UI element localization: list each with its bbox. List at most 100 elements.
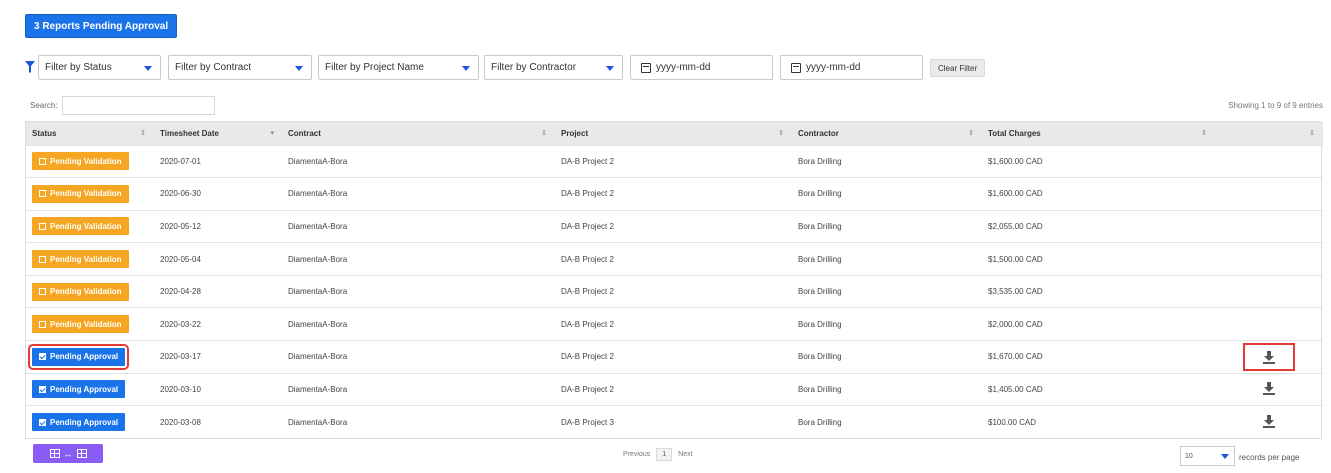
- cell-total-charges: $1,600.00 CAD: [988, 156, 1043, 166]
- sort-icon: ⇕: [541, 130, 547, 137]
- cell-contract: DiamentaA-Bora: [288, 417, 348, 427]
- cell-status: Pending Validation: [26, 145, 154, 178]
- showing-entries-text: Showing 1 to 9 of 9 entries: [1228, 101, 1323, 110]
- table-header-row: Status ⇕ Timesheet Date ▾ Contract ⇕ Projec…: [26, 122, 1323, 145]
- cell-status: Pending Validation: [26, 308, 154, 341]
- sort-icon: ⇕: [1201, 130, 1207, 137]
- table-view-icon: [49, 449, 60, 458]
- cell-timesheet-date: 2020-03-08: [160, 417, 201, 427]
- sort-icon: ⇕: [1309, 130, 1315, 137]
- cell-status: Pending Validation: [26, 275, 154, 308]
- download-button[interactable]: [1243, 342, 1295, 371]
- cell-actions: [1215, 275, 1323, 308]
- column-header-project[interactable]: Project ⇕: [555, 122, 792, 145]
- status-badge-label: Pending Approval: [50, 352, 119, 362]
- sort-icon: ⇕: [140, 130, 146, 137]
- sort-icon: ⇕: [968, 130, 974, 137]
- filter-contract-select[interactable]: Filter by Contract: [168, 55, 312, 80]
- status-badge[interactable]: Pending Validation: [32, 315, 129, 334]
- cell-total-charges: $1,405.00 CAD: [988, 384, 1043, 394]
- column-header-timesheet-date[interactable]: Timesheet Date ▾: [154, 122, 282, 145]
- filter-contract-label: Filter by Contract: [175, 62, 252, 73]
- date-from-placeholder: yyyy-mm-dd: [656, 62, 711, 73]
- download-button[interactable]: [1262, 382, 1276, 397]
- status-badge-label: Pending Validation: [50, 156, 122, 166]
- cell-contractor: Bora Drilling: [798, 156, 842, 166]
- table-row: Pending Validation 2020-07-01 DiamentaA-Bo…: [26, 145, 1323, 178]
- cell-actions: [1215, 210, 1323, 243]
- chevron-down-icon: [462, 66, 470, 71]
- cell-project: DA-B Project 2: [561, 189, 614, 199]
- filter-status-select[interactable]: Filter by Status: [38, 55, 161, 80]
- cell-actions: [1215, 145, 1323, 178]
- cell-timesheet-date: 2020-03-17: [160, 352, 201, 362]
- clear-filter-button[interactable]: Clear Filter: [930, 59, 986, 77]
- filter-status-label: Filter by Status: [45, 62, 112, 73]
- filter-project-select[interactable]: Filter by Project Name: [318, 55, 479, 80]
- reports-pending-approval-button[interactable]: 3 Reports Pending Approval: [25, 14, 178, 38]
- checked-checkbox-icon: [39, 385, 46, 393]
- download-icon: [1262, 414, 1276, 429]
- cell-status: Pending Validation: [26, 210, 154, 243]
- cell-timesheet-date: 2020-04-28: [160, 287, 201, 297]
- card-view-icon: [76, 449, 87, 458]
- cell-timesheet-date: 2020-03-22: [160, 319, 201, 329]
- date-to-field[interactable]: yyyy-mm-dd: [780, 55, 923, 80]
- status-badge-label: Pending Approval: [50, 384, 119, 394]
- cell-project: DA-B Project 2: [561, 384, 614, 394]
- chevron-down-icon: [295, 66, 303, 71]
- cell-project: DA-B Project 2: [561, 287, 614, 297]
- records-per-page-select[interactable]: 10: [1180, 446, 1235, 466]
- status-badge[interactable]: Pending Validation: [32, 217, 129, 236]
- cell-total-charges: $100.00 CAD: [988, 417, 1037, 427]
- cell-project: DA-B Project 2: [561, 254, 614, 264]
- status-badge[interactable]: Pending Validation: [32, 250, 129, 269]
- date-from-field[interactable]: yyyy-mm-dd: [630, 55, 773, 80]
- search-input[interactable]: [62, 96, 215, 115]
- records-per-page-label: records per page: [1239, 453, 1300, 462]
- cell-project: DA-B Project 2: [561, 156, 614, 166]
- cell-actions: [1215, 341, 1323, 374]
- cell-contractor: Bora Drilling: [798, 384, 842, 394]
- pagination-next[interactable]: Next: [678, 451, 692, 458]
- checkbox-icon: [39, 320, 46, 328]
- filter-contractor-label: Filter by Contractor: [491, 62, 577, 73]
- cell-total-charges: $2,000.00 CAD: [988, 319, 1043, 329]
- status-badge[interactable]: Pending Validation: [32, 152, 129, 171]
- cell-contractor: Bora Drilling: [798, 254, 842, 264]
- timesheet-table: Status ⇕ Timesheet Date ▾ Contract ⇕ Projec…: [25, 121, 1323, 440]
- cell-actions: [1215, 243, 1323, 276]
- download-icon: [1262, 381, 1276, 396]
- cell-contract: DiamentaA-Bora: [288, 384, 348, 394]
- sort-desc-icon: ▾: [270, 130, 274, 137]
- cell-contract: DiamentaA-Bora: [288, 319, 348, 329]
- pagination-previous[interactable]: Previous: [623, 451, 650, 458]
- status-badge[interactable]: Pending Validation: [32, 282, 129, 301]
- column-header-actions[interactable]: ⇕: [1215, 122, 1323, 145]
- status-badge[interactable]: Pending Approval: [32, 413, 126, 432]
- pagination-page-1[interactable]: 1: [656, 448, 673, 461]
- cell-timesheet-date: 2020-06-30: [160, 189, 201, 199]
- filter-funnel-icon: [25, 61, 35, 73]
- status-badge[interactable]: Pending Approval: [32, 380, 126, 399]
- column-header-contract[interactable]: Contract ⇕: [282, 122, 555, 145]
- cell-total-charges: $1,600.00 CAD: [988, 189, 1043, 199]
- calendar-icon: [641, 62, 651, 73]
- column-header-status[interactable]: Status ⇕: [26, 122, 154, 145]
- checked-checkbox-icon: [39, 418, 46, 426]
- checkbox-icon: [39, 288, 46, 296]
- column-header-contractor[interactable]: Contractor ⇕: [792, 122, 982, 145]
- cell-status: Pending Validation: [26, 243, 154, 276]
- status-badge[interactable]: Pending Approval: [27, 343, 130, 370]
- filter-contractor-select[interactable]: Filter by Contractor: [484, 55, 623, 80]
- column-header-total-charges[interactable]: Total Charges ⇕: [982, 122, 1215, 145]
- table-row: Pending Validation 2020-05-04 DiamentaA-Bo…: [26, 242, 1323, 276]
- download-button[interactable]: [1262, 415, 1276, 430]
- table-row: Pending Approval 2020-03-17 DiamentaA-Bora…: [26, 340, 1323, 374]
- status-badge[interactable]: Pending Validation: [32, 184, 129, 203]
- cell-project: DA-B Project 3: [561, 417, 614, 427]
- view-toggle-button[interactable]: ↔: [33, 444, 103, 463]
- checkbox-icon: [39, 222, 46, 230]
- status-badge-label: Pending Validation: [50, 189, 122, 199]
- pagination: Previous 1 Next: [623, 448, 693, 461]
